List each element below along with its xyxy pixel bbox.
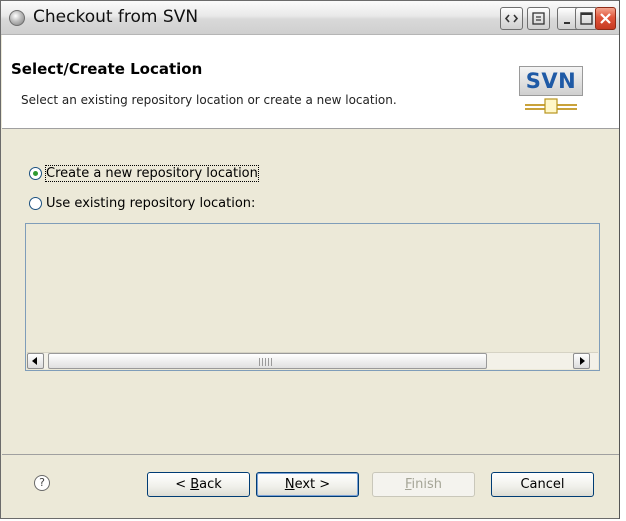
svn-logo-text: SVN — [525, 69, 577, 93]
scroll-left-button[interactable] — [27, 353, 44, 369]
use-existing-location-label[interactable]: Use existing repository location: — [46, 196, 255, 211]
close-icon — [600, 13, 611, 24]
arrow-right-icon — [580, 357, 585, 365]
radio-unselected-icon[interactable] — [29, 196, 42, 210]
arrow-left-icon — [32, 357, 37, 365]
back-button-mnemonic: B — [190, 477, 200, 492]
cancel-button[interactable]: Cancel — [491, 472, 594, 497]
use-existing-location-option[interactable]: Use existing repository location: — [29, 194, 255, 212]
svn-logo-connector — [525, 98, 577, 114]
scrollbar-thumb[interactable] — [48, 353, 487, 369]
next-button[interactable]: Next > — [256, 472, 359, 497]
eclipse-app-icon — [9, 10, 25, 26]
help-icon[interactable]: ? — [34, 475, 50, 491]
back-button-rest: ack — [199, 477, 222, 492]
wizard-content: Create a new repository location Use exi… — [2, 129, 619, 454]
svn-logo-box: SVN — [519, 66, 583, 96]
scroll-right-button[interactable] — [573, 353, 590, 369]
checkout-dialog: Checkout from SVN Select/Create Location… — [0, 0, 620, 519]
title-bar[interactable]: Checkout from SVN — [1, 1, 619, 35]
context-help-button[interactable] — [527, 7, 550, 30]
window-title: Checkout from SVN — [33, 7, 199, 27]
create-new-location-label[interactable]: Create a new repository location — [45, 164, 259, 182]
svn-logo: SVN — [519, 66, 583, 116]
maximize-icon — [580, 12, 593, 25]
back-button-prefix: < — [175, 477, 191, 492]
horizontal-scrollbar[interactable] — [27, 352, 598, 369]
close-button[interactable] — [595, 7, 616, 30]
code-brackets-icon — [504, 14, 519, 23]
finish-button-rest: inish — [411, 477, 443, 492]
next-button-rest: ext > — [294, 477, 331, 492]
code-brackets-button[interactable] — [500, 7, 523, 30]
wizard-footer: ? < Back Next > Finish Cancel — [2, 454, 619, 518]
create-new-location-option[interactable]: Create a new repository location — [29, 164, 259, 182]
next-button-mnemonic: N — [284, 477, 295, 492]
scrollbar-grip-icon — [259, 358, 273, 366]
finish-button[interactable]: Finish — [372, 472, 475, 497]
radio-selected-icon[interactable] — [29, 166, 42, 180]
screen-edge — [619, 0, 626, 521]
repository-location-list[interactable] — [25, 223, 600, 371]
back-button[interactable]: < Back — [147, 472, 250, 497]
window-list-icon — [532, 12, 545, 25]
page-title: Select/Create Location — [11, 60, 203, 78]
page-description: Select an existing repository location o… — [21, 93, 397, 107]
wizard-header: Select/Create Location Select an existin… — [2, 35, 619, 129]
